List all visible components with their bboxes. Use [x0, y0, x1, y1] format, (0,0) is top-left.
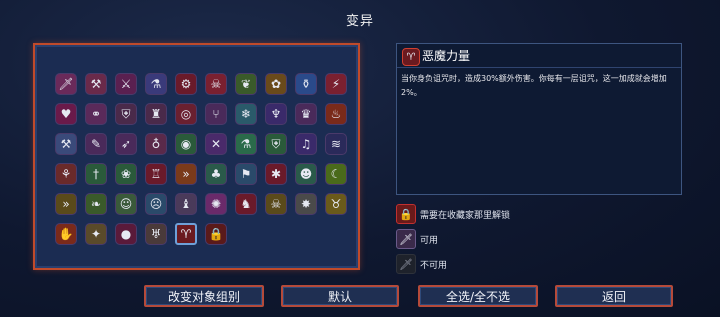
blade-icon[interactable]: ⚔: [115, 73, 137, 95]
flower-icon[interactable]: ✿: [265, 73, 287, 95]
demon-power-icon: ♈: [402, 48, 420, 66]
legend-locked: 🔒 需要在收藏家那里解锁: [396, 204, 596, 224]
back-button[interactable]: 返回: [555, 285, 673, 307]
ghost-icon[interactable]: ☹: [145, 193, 167, 215]
change-group-button[interactable]: 改变对象组别: [144, 285, 264, 307]
legend-available-label: 可用: [420, 236, 439, 246]
cauldron-icon[interactable]: ♅: [145, 223, 167, 245]
screen-title: 变异: [345, 14, 374, 29]
wind-icon[interactable]: ≋: [325, 133, 347, 155]
fork-icon[interactable]: ⑂: [205, 103, 227, 125]
legend-unavailable-label: 不可用: [420, 261, 448, 271]
cross-blades-icon[interactable]: ✕: [205, 133, 227, 155]
legend-available: 🗡 可用: [396, 229, 596, 249]
legend-unavailable: 🗡 不可用: [396, 254, 596, 274]
bat-icon[interactable]: ♆: [265, 103, 287, 125]
fire-icon[interactable]: ♨: [325, 103, 347, 125]
cat-icon[interactable]: ☻: [295, 163, 317, 185]
chevron-icon[interactable]: »: [175, 163, 197, 185]
mask-icon[interactable]: ☺: [115, 193, 137, 215]
arrow-icon[interactable]: ➶: [115, 133, 137, 155]
dagger-icon[interactable]: †: [85, 163, 107, 185]
default-button[interactable]: 默认: [281, 285, 399, 307]
banana-icon[interactable]: ☾: [325, 163, 347, 185]
pouch-icon[interactable]: ⚘: [55, 163, 77, 185]
orb-icon[interactable]: ✺: [205, 193, 227, 215]
berry-icon[interactable]: ●: [115, 223, 137, 245]
money-bag-icon[interactable]: ♉: [325, 193, 347, 215]
target-icon[interactable]: ◎: [175, 103, 197, 125]
potion-icon[interactable]: ⚗: [145, 73, 167, 95]
bottle-icon[interactable]: ♖: [145, 163, 167, 185]
lock-icon[interactable]: 🔒: [205, 223, 227, 245]
jar-icon[interactable]: ⚱: [295, 73, 317, 95]
tower-icon[interactable]: ♜: [145, 103, 167, 125]
vial-icon[interactable]: ⚗: [235, 133, 257, 155]
snow-icon[interactable]: ❄: [235, 103, 257, 125]
mutation-title: 恶魔力量: [422, 49, 471, 63]
mutation-detail-panel: ♈ 恶魔力量 当你身负诅咒时，造成30%额外伤害。你每有一层诅咒，这一加成就会增…: [396, 43, 682, 195]
heart-icon[interactable]: ♥: [55, 103, 77, 125]
spider-icon[interactable]: ✱: [265, 163, 287, 185]
lotus-icon[interactable]: ❀: [115, 163, 137, 185]
lightning-icon[interactable]: ⚡: [325, 73, 347, 95]
flag-icon[interactable]: ⚑: [235, 163, 257, 185]
hammer-icon[interactable]: ⚒: [55, 133, 77, 155]
pickaxe-icon[interactable]: ⚒: [85, 73, 107, 95]
shield-icon[interactable]: ⛨: [115, 103, 137, 125]
frog-icon[interactable]: ❦: [235, 73, 257, 95]
demon-icon[interactable]: ♈: [175, 223, 197, 245]
skull-gold-icon[interactable]: ☠: [265, 193, 287, 215]
double-chevron-icon[interactable]: »: [55, 193, 77, 215]
skull-icon[interactable]: ☠: [205, 73, 227, 95]
scroll-icon[interactable]: ✎: [85, 133, 107, 155]
select-all-button[interactable]: 全选/全不选: [418, 285, 538, 307]
mutation-description: 当你身负诅咒时，造成30%额外伤害。你每有一层诅咒，这一加成就会增加2%。: [401, 74, 667, 97]
gear-icon[interactable]: ⚙: [175, 73, 197, 95]
legend-locked-label: 需要在收藏家那里解锁: [420, 211, 511, 221]
spikes-icon[interactable]: ✸: [295, 193, 317, 215]
lamp-icon[interactable]: ♁: [145, 133, 167, 155]
crown-icon[interactable]: ♛: [295, 103, 317, 125]
hand-fire-icon[interactable]: ✋: [55, 223, 77, 245]
eye-icon[interactable]: ◉: [175, 133, 197, 155]
lock-icon: 🔒: [396, 204, 416, 224]
shield-green-icon[interactable]: ⛨: [265, 133, 287, 155]
detail-divider: [397, 67, 681, 68]
plant-icon[interactable]: ♣: [205, 163, 227, 185]
leaf-icon[interactable]: ❧: [85, 193, 107, 215]
spark-icon[interactable]: ✦: [85, 223, 107, 245]
chain-icon[interactable]: ⚭: [85, 103, 107, 125]
music-icon[interactable]: ♫: [295, 133, 317, 155]
totem-icon[interactable]: ♞: [235, 193, 257, 215]
sword-icon[interactable]: 🗡: [55, 73, 77, 95]
helmet-icon[interactable]: ♝: [175, 193, 197, 215]
mutation-grid: 🗡 ⚒ ⚔ ⚗ ⚙ ☠ ❦ ✿ ⚱ ⚡ ♥ ⚭ ⛨ ♜ ◎ ⑂ ❄ ♆ ♛ ♨ ⚒ ✎ ➶ ♁ ◉ ✕ ⚗ ⛨ ♫ ≋ ⚘ † ❀ ♖ » ♣ ⚑ ✱ ☻ ☾…: [33, 43, 360, 270]
sword-enabled-icon: 🗡: [396, 229, 416, 249]
sword-disabled-icon: 🗡: [396, 254, 416, 274]
